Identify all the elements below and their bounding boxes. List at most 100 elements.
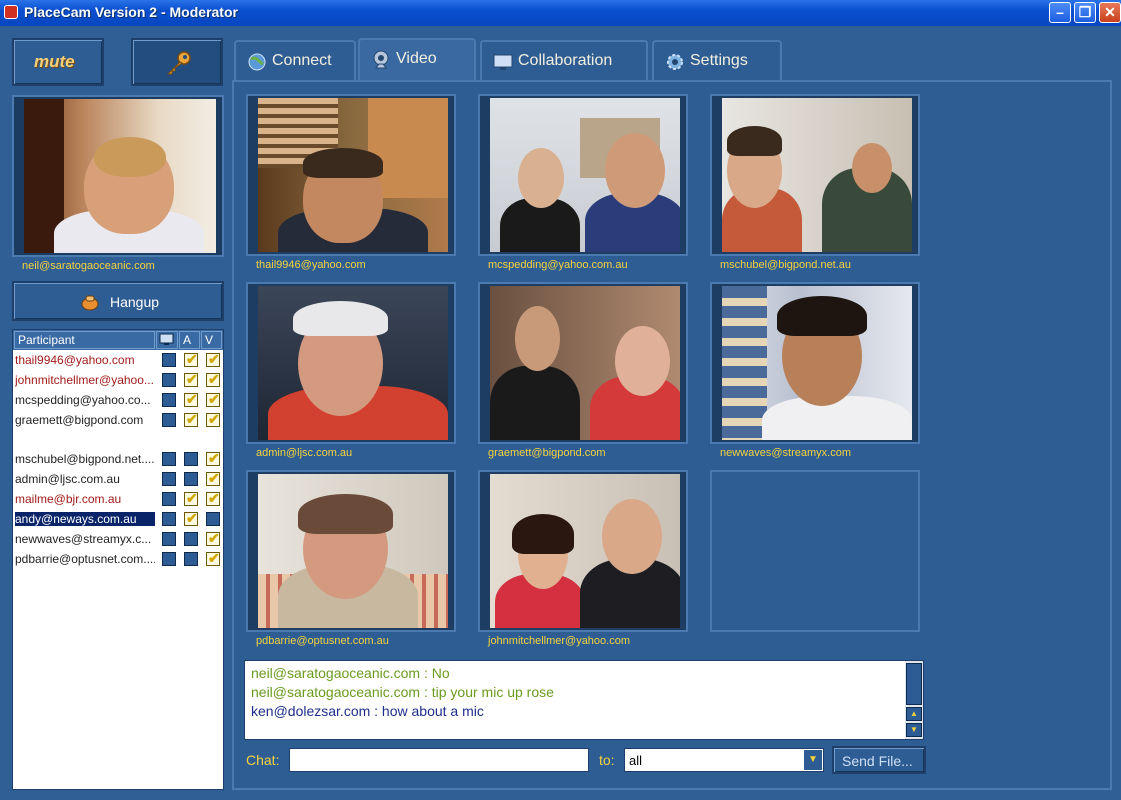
screen-share-checkbox[interactable] (162, 512, 176, 526)
to-label: to: (599, 752, 615, 768)
participant-row[interactable]: pdbarrie@optusnet.com.... (13, 550, 223, 569)
screen-share-checkbox[interactable] (162, 532, 176, 546)
video-checkbox[interactable] (206, 371, 220, 388)
video-cell[interactable] (710, 94, 920, 256)
screen-share-checkbox[interactable] (162, 452, 176, 466)
video-feed (258, 98, 448, 252)
participant-row[interactable]: thail9946@yahoo.com (13, 351, 223, 370)
recipient-value: all (629, 753, 643, 768)
mute-button[interactable]: mute (12, 38, 104, 86)
video-column-header[interactable]: V (201, 331, 222, 349)
video-cell[interactable] (246, 282, 456, 444)
screen-share-checkbox[interactable] (162, 373, 176, 387)
participant-column-header[interactable]: Participant (14, 331, 155, 349)
video-cell-empty[interactable] (710, 470, 920, 632)
hangup-button[interactable]: Hangup (12, 281, 224, 321)
tab-video-label: Video (396, 50, 437, 67)
participant-row[interactable]: newwaves@streamyx.c... (13, 530, 223, 549)
video-cell-label: johnmitchellmer@yahoo.com (488, 635, 631, 647)
scroll-down-icon[interactable]: ▼ (906, 723, 922, 737)
video-cell[interactable] (478, 470, 688, 632)
video-checkbox[interactable] (206, 550, 220, 567)
participant-name: pdbarrie@optusnet.com.... (15, 552, 155, 566)
participant-list[interactable]: Participant A V thail9946@yahoo.com johnm… (12, 329, 224, 790)
video-cell-label: mcspedding@yahoo.com.au (488, 259, 628, 271)
tab-video[interactable]: Video (358, 38, 476, 82)
audio-checkbox[interactable] (184, 371, 198, 388)
send-file-label: Send File... (842, 753, 913, 769)
screen-share-checkbox[interactable] (162, 492, 176, 506)
video-cell-label: newwaves@streamyx.com (720, 447, 851, 459)
chevron-down-icon[interactable]: ▼ (804, 750, 822, 770)
participant-name: admin@ljsc.com.au (15, 472, 120, 486)
video-cell-label: admin@ljsc.com.au (256, 447, 353, 459)
tab-connect[interactable]: Connect (234, 40, 356, 80)
moderator-key-button[interactable] (131, 38, 223, 86)
video-cell[interactable] (478, 282, 688, 444)
audio-checkbox[interactable] (184, 472, 198, 486)
video-cell[interactable] (246, 470, 456, 632)
video-checkbox[interactable] (206, 470, 220, 487)
audio-checkbox[interactable] (184, 391, 198, 408)
video-feed (490, 286, 680, 440)
video-cell[interactable] (246, 94, 456, 256)
screen-share-checkbox[interactable] (162, 552, 176, 566)
scroll-up-icon[interactable]: ▲ (906, 707, 922, 721)
scrollbar-thumb[interactable] (906, 663, 922, 705)
screen-share-checkbox[interactable] (162, 353, 176, 367)
mute-label: mute (34, 52, 75, 71)
participant-name: mailme@bjr.com.au (15, 492, 122, 506)
monitor-icon (493, 54, 513, 70)
participant-name: johnmitchellmer@yahoo... (15, 373, 154, 387)
audio-checkbox[interactable] (184, 411, 198, 428)
tab-collaboration[interactable]: Collaboration (480, 40, 648, 80)
audio-checkbox[interactable] (184, 552, 198, 566)
participant-row[interactable]: mailme@bjr.com.au (13, 490, 223, 509)
video-cell-label: mschubel@bigpond.net.au (720, 259, 852, 271)
window-title: PlaceCam Version 2 - Moderator (24, 4, 238, 20)
chat-label: Chat: (246, 752, 280, 768)
video-cell[interactable] (478, 94, 688, 256)
participant-name: andy@neways.com.au (15, 512, 155, 526)
screen-share-checkbox[interactable] (162, 393, 176, 407)
video-cell[interactable] (710, 282, 920, 444)
video-checkbox[interactable] (206, 450, 220, 467)
audio-checkbox[interactable] (184, 532, 198, 546)
chat-input[interactable] (289, 748, 589, 772)
globe-icon (248, 53, 266, 71)
participant-row[interactable]: mcspedding@yahoo.co... (13, 391, 223, 410)
participant-row[interactable]: graemett@bigpond.com (13, 411, 223, 430)
chat-scrollbar[interactable]: ▲ ▼ (905, 661, 923, 739)
tab-settings-label: Settings (690, 52, 748, 69)
audio-column-header[interactable]: A (179, 331, 200, 349)
screen-share-checkbox[interactable] (162, 413, 176, 427)
restore-icon[interactable]: ❐ (1074, 2, 1096, 23)
video-checkbox[interactable] (206, 530, 220, 547)
screen-share-checkbox[interactable] (162, 472, 176, 486)
chat-log[interactable]: neil@saratogaoceanic.com : No neil@sarat… (244, 660, 924, 740)
video-checkbox[interactable] (206, 391, 220, 408)
audio-checkbox[interactable] (184, 452, 198, 466)
participant-row[interactable]: johnmitchellmer@yahoo... (13, 371, 223, 390)
participant-row[interactable]: admin@ljsc.com.au (13, 470, 223, 489)
participant-row[interactable]: andy@neways.com.au (13, 510, 223, 529)
audio-checkbox[interactable] (184, 510, 198, 527)
video-checkbox[interactable] (206, 351, 220, 368)
video-checkbox[interactable] (206, 512, 220, 526)
video-cell-label: graemett@bigpond.com (488, 447, 606, 459)
tab-settings[interactable]: Settings (652, 40, 782, 80)
video-checkbox[interactable] (206, 490, 220, 507)
minimize-icon[interactable]: – (1049, 2, 1071, 23)
self-video-label: neil@saratogaoceanic.com (22, 260, 155, 272)
audio-checkbox[interactable] (184, 351, 198, 368)
participant-row[interactable]: mschubel@bigpond.net.... (13, 450, 223, 469)
app-icon[interactable] (4, 5, 18, 19)
video-feed (258, 286, 448, 440)
video-checkbox[interactable] (206, 411, 220, 428)
send-file-button[interactable]: Send File... (832, 746, 926, 774)
recipient-select[interactable]: all ▼ (624, 748, 824, 772)
self-video-feed (24, 99, 216, 253)
screen-icon[interactable] (156, 331, 178, 349)
audio-checkbox[interactable] (184, 490, 198, 507)
close-icon[interactable]: ✕ (1099, 2, 1121, 23)
